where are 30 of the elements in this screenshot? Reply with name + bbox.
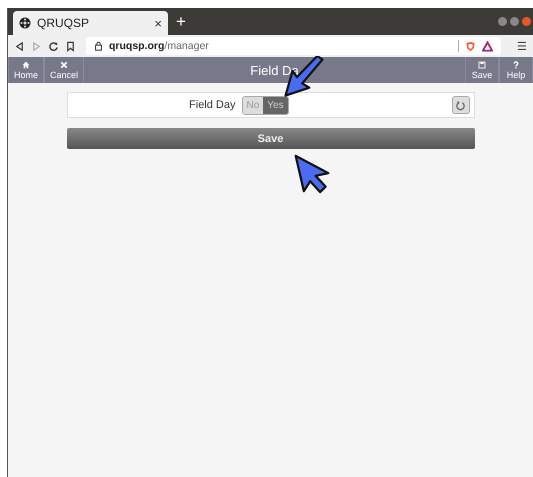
lock-icon bbox=[94, 41, 103, 51]
menu-button[interactable]: ☰ bbox=[517, 40, 527, 52]
url-text: qruqsp.org/manager bbox=[109, 40, 210, 52]
close-icon bbox=[60, 60, 68, 68]
header-button[interactable]: Home bbox=[8, 57, 44, 83]
reset-icon bbox=[455, 100, 466, 110]
logo-icon bbox=[19, 17, 31, 29]
bookmark-icon[interactable] bbox=[65, 40, 76, 52]
address-bar[interactable]: qruqsp.org/manager bbox=[86, 37, 501, 55]
reload-icon[interactable] bbox=[48, 40, 59, 52]
minimize-button[interactable] bbox=[498, 17, 507, 26]
toggle-option[interactable]: Yes bbox=[263, 96, 288, 114]
reset-button[interactable] bbox=[452, 96, 470, 114]
help-icon bbox=[512, 60, 520, 68]
shield-icon[interactable] bbox=[465, 40, 476, 52]
pointer-arrow bbox=[293, 152, 331, 196]
floppy-icon bbox=[478, 60, 486, 68]
header-button[interactable]: Save bbox=[465, 57, 499, 83]
close-tab-button[interactable]: × bbox=[154, 16, 162, 30]
header-button[interactable]: Help bbox=[499, 57, 533, 83]
maximize-button[interactable] bbox=[510, 17, 519, 26]
home-icon bbox=[22, 60, 30, 68]
close-window-button[interactable] bbox=[522, 17, 531, 26]
tab-title[interactable]: QRUQSP bbox=[37, 16, 148, 30]
field-label: Field Day bbox=[188, 99, 236, 111]
header-button[interactable]: Cancel bbox=[44, 57, 84, 83]
back-icon[interactable] bbox=[14, 40, 25, 52]
triangle-icon[interactable] bbox=[482, 40, 493, 52]
new-tab-button[interactable]: + bbox=[176, 12, 186, 32]
save-button[interactable]: Save bbox=[66, 128, 474, 149]
